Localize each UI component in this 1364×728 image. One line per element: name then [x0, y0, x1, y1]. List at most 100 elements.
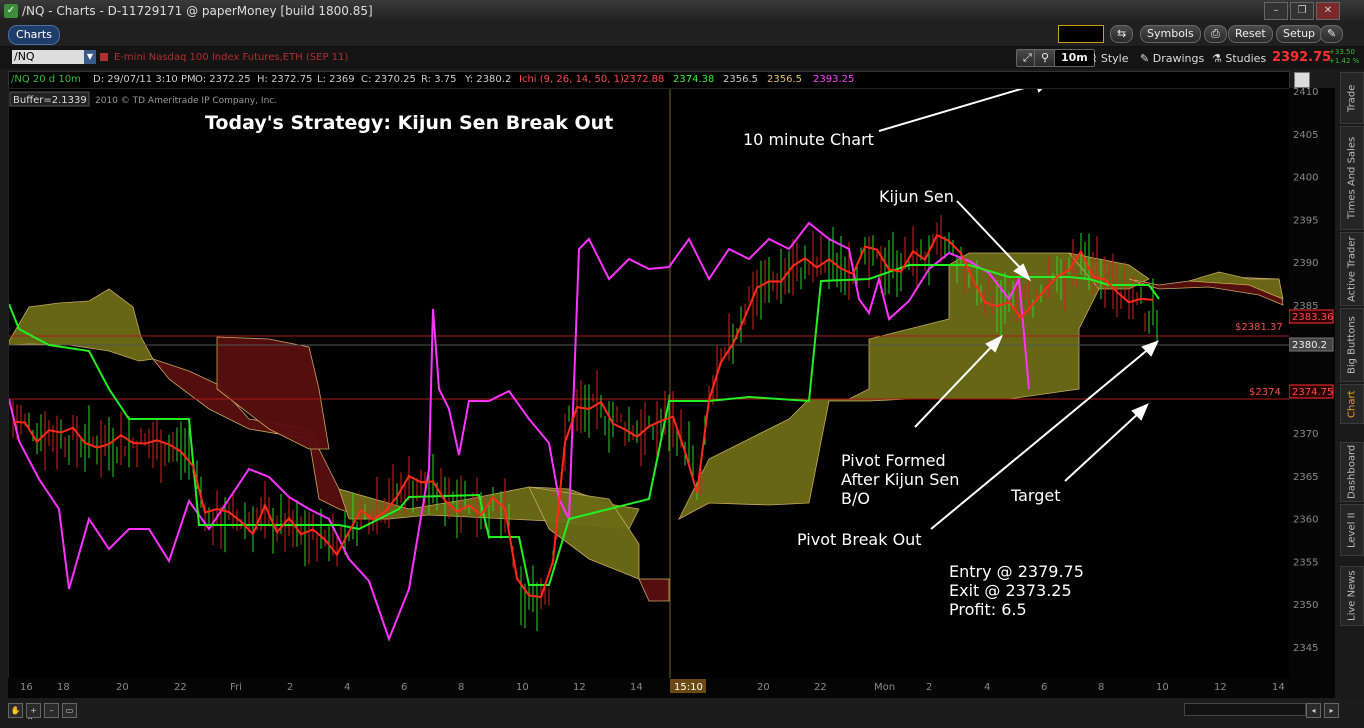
annotation-target: Target — [1010, 486, 1061, 505]
price-tick: 2395 — [1293, 215, 1318, 226]
right-side-panel: Trade Times And Sales Active Trader Big … — [1338, 70, 1364, 700]
main-toolbar: Charts ⇆ Symbols ⎙ Reset Setup ✎ — [0, 22, 1364, 47]
time-ticks: 16 18 20 22 Fri 2 4 6 8 10 12 14 15:10 20 22 Mon 2 4 6 8 10 1… — [20, 679, 1285, 693]
zoom-icon[interactable]: ⚲ — [1034, 49, 1057, 67]
minimize-button[interactable]: – — [1264, 2, 1288, 20]
tab-active-trader[interactable]: Active Trader — [1340, 232, 1364, 306]
time-tick: 12 — [573, 682, 586, 693]
cloud-segment — [528, 486, 640, 580]
fit-icon[interactable]: ▭ — [62, 703, 77, 718]
price-badge-2-text: 2380.2 — [1292, 340, 1327, 351]
pin-icon[interactable]: ✎ — [1320, 25, 1344, 43]
time-tick: 14 — [1272, 682, 1285, 693]
time-tick: 22 — [174, 682, 187, 693]
tab-chart[interactable]: Chart — [1340, 384, 1364, 424]
chart-settings-icon[interactable] — [1294, 72, 1310, 88]
status-y: Y: 2380.2 — [465, 74, 512, 85]
time-tick: 22 — [814, 682, 827, 693]
status-low: L: 2369 — [317, 74, 355, 85]
time-tick: 4 — [984, 682, 990, 693]
period-button[interactable]: 10m — [1054, 49, 1095, 67]
symbol-input[interactable]: /NQ — [12, 50, 84, 64]
price-badge-1-text: 2383.36 — [1292, 312, 1333, 323]
bottom-bar: ⌃ ✋ + – ▭ ◂ ▸ — [0, 700, 1364, 728]
arrow-target — [1064, 410, 1142, 482]
scrollbar[interactable] — [1184, 703, 1306, 716]
tab-charts[interactable]: Charts — [8, 25, 60, 45]
pct-change: +1.42 % — [1329, 57, 1360, 65]
annotation-pivot-line1: Pivot Formed — [841, 451, 946, 470]
status-v1: 2372.88 — [623, 74, 665, 85]
app-icon: ✓ — [4, 4, 18, 18]
tab-big-buttons[interactable]: Big Buttons — [1340, 308, 1364, 382]
time-tick: 6 — [401, 682, 407, 693]
status-close: C: 2370.25 — [361, 74, 416, 85]
annotation-entry: Entry @ 2379.75 — [949, 562, 1084, 581]
time-tick: 10 — [1156, 682, 1169, 693]
annotation-pivot-breakout: Pivot Break Out — [797, 530, 922, 549]
change-block: +33.50 +1.42 % — [1329, 48, 1359, 66]
tab-dashboard[interactable]: Dashboard — [1340, 442, 1364, 502]
title-bar: ✓ /NQ - Charts - D-11729171 @ paperMoney… — [0, 0, 1364, 22]
annotation-10min: 10 minute Chart — [743, 130, 874, 149]
strategy-headline: Today's Strategy: Kijun Sen Break Out — [205, 112, 613, 134]
status-range: R: 3.75 — [421, 74, 457, 85]
chart-canvas[interactable]: Buffer=2.1339 2010 © TD Ameritrade IP Co… — [8, 77, 1289, 679]
price-axis[interactable]: 2410240524002395239023852380237523702365… — [1288, 72, 1335, 678]
studies-menu[interactable]: ⚗ Studies — [1212, 52, 1266, 65]
time-axis[interactable]: 16 18 20 22 Fri 2 4 6 8 10 12 14 15:10 20 22 Mon 2 4 6 8 10 1… — [8, 678, 1335, 698]
style-menu[interactable]: ⌇ Style — [1092, 52, 1129, 65]
arrowhead-10min — [1033, 77, 1052, 93]
time-tick: 10 — [516, 682, 529, 693]
link-icon[interactable]: ⇆ — [1110, 25, 1134, 43]
time-tick: 20 — [116, 682, 129, 693]
time-tick: 2 — [287, 682, 293, 693]
time-tick: 4 — [344, 682, 350, 693]
status-v2: 2374.38 — [673, 74, 715, 85]
close-button[interactable]: ✕ — [1316, 2, 1340, 20]
tab-live-news[interactable]: Live News — [1340, 566, 1364, 626]
symbol-bar: /NQ ▼ E-mini Nasdaq 100 Index Futures,ET… — [0, 47, 1364, 69]
tab-level-ii[interactable]: Level II — [1340, 504, 1364, 556]
time-tick: 12 — [1214, 682, 1227, 693]
pencil-icon: ✎ — [1140, 52, 1150, 65]
print-icon[interactable]: ⎙ — [1204, 25, 1227, 43]
chart-style-icon: ⌇ — [1092, 52, 1098, 65]
time-tick: Fri — [230, 682, 242, 693]
last-price: 2392.75 — [1272, 50, 1332, 65]
annotation-kijun: Kijun Sen — [879, 187, 954, 206]
active-period-box[interactable] — [1058, 25, 1104, 43]
price-tick: 2350 — [1293, 600, 1318, 611]
annotation-pivot-line2: After Kijun Sen — [841, 470, 959, 489]
annotation-pivot-line3: B/O — [841, 489, 870, 508]
price-tick: 2405 — [1293, 130, 1318, 141]
scroll-right-icon[interactable]: ▸ — [1324, 703, 1339, 718]
symbols-button[interactable]: Symbols — [1140, 25, 1201, 43]
flag-icon — [100, 53, 108, 61]
setup-button[interactable]: Setup — [1276, 25, 1323, 43]
level-label-3: $2374 — [1249, 387, 1281, 398]
studies-icon: ⚗ — [1212, 52, 1222, 65]
chevron-down-icon[interactable]: ▼ — [84, 50, 96, 64]
price-badge-3-text: 2374.75 — [1292, 387, 1333, 398]
price-chart[interactable]: Buffer=2.1339 2010 © TD Ameritrade IP Co… — [8, 77, 1290, 680]
level-label-1: $2381.37 — [1235, 322, 1283, 333]
net-change: +33.50 — [1329, 48, 1355, 56]
reset-button[interactable]: Reset — [1228, 25, 1273, 43]
price-tick: 2410 — [1293, 88, 1318, 98]
time-tick: 18 — [57, 682, 70, 693]
time-tick: 8 — [458, 682, 464, 693]
hand-icon[interactable]: ✋ — [8, 703, 23, 718]
tab-times-and-sales[interactable]: Times And Sales — [1340, 126, 1364, 230]
time-tick: Mon — [874, 682, 895, 693]
maximize-button[interactable]: ❐ — [1290, 2, 1314, 20]
style-label: Style — [1100, 52, 1129, 65]
status-ichi: Ichi (9, 26, 14, 50, 1) — [519, 74, 624, 85]
scroll-left-icon[interactable]: ◂ — [1306, 703, 1321, 718]
zoom-out-icon[interactable]: – — [44, 703, 59, 718]
status-open: O: 2372.25 — [195, 74, 251, 85]
zoom-in-icon[interactable]: + — [26, 703, 41, 718]
tab-trade[interactable]: Trade — [1340, 72, 1364, 124]
drawings-label: Drawings — [1152, 52, 1205, 65]
drawings-menu[interactable]: ✎ Drawings — [1140, 52, 1204, 65]
